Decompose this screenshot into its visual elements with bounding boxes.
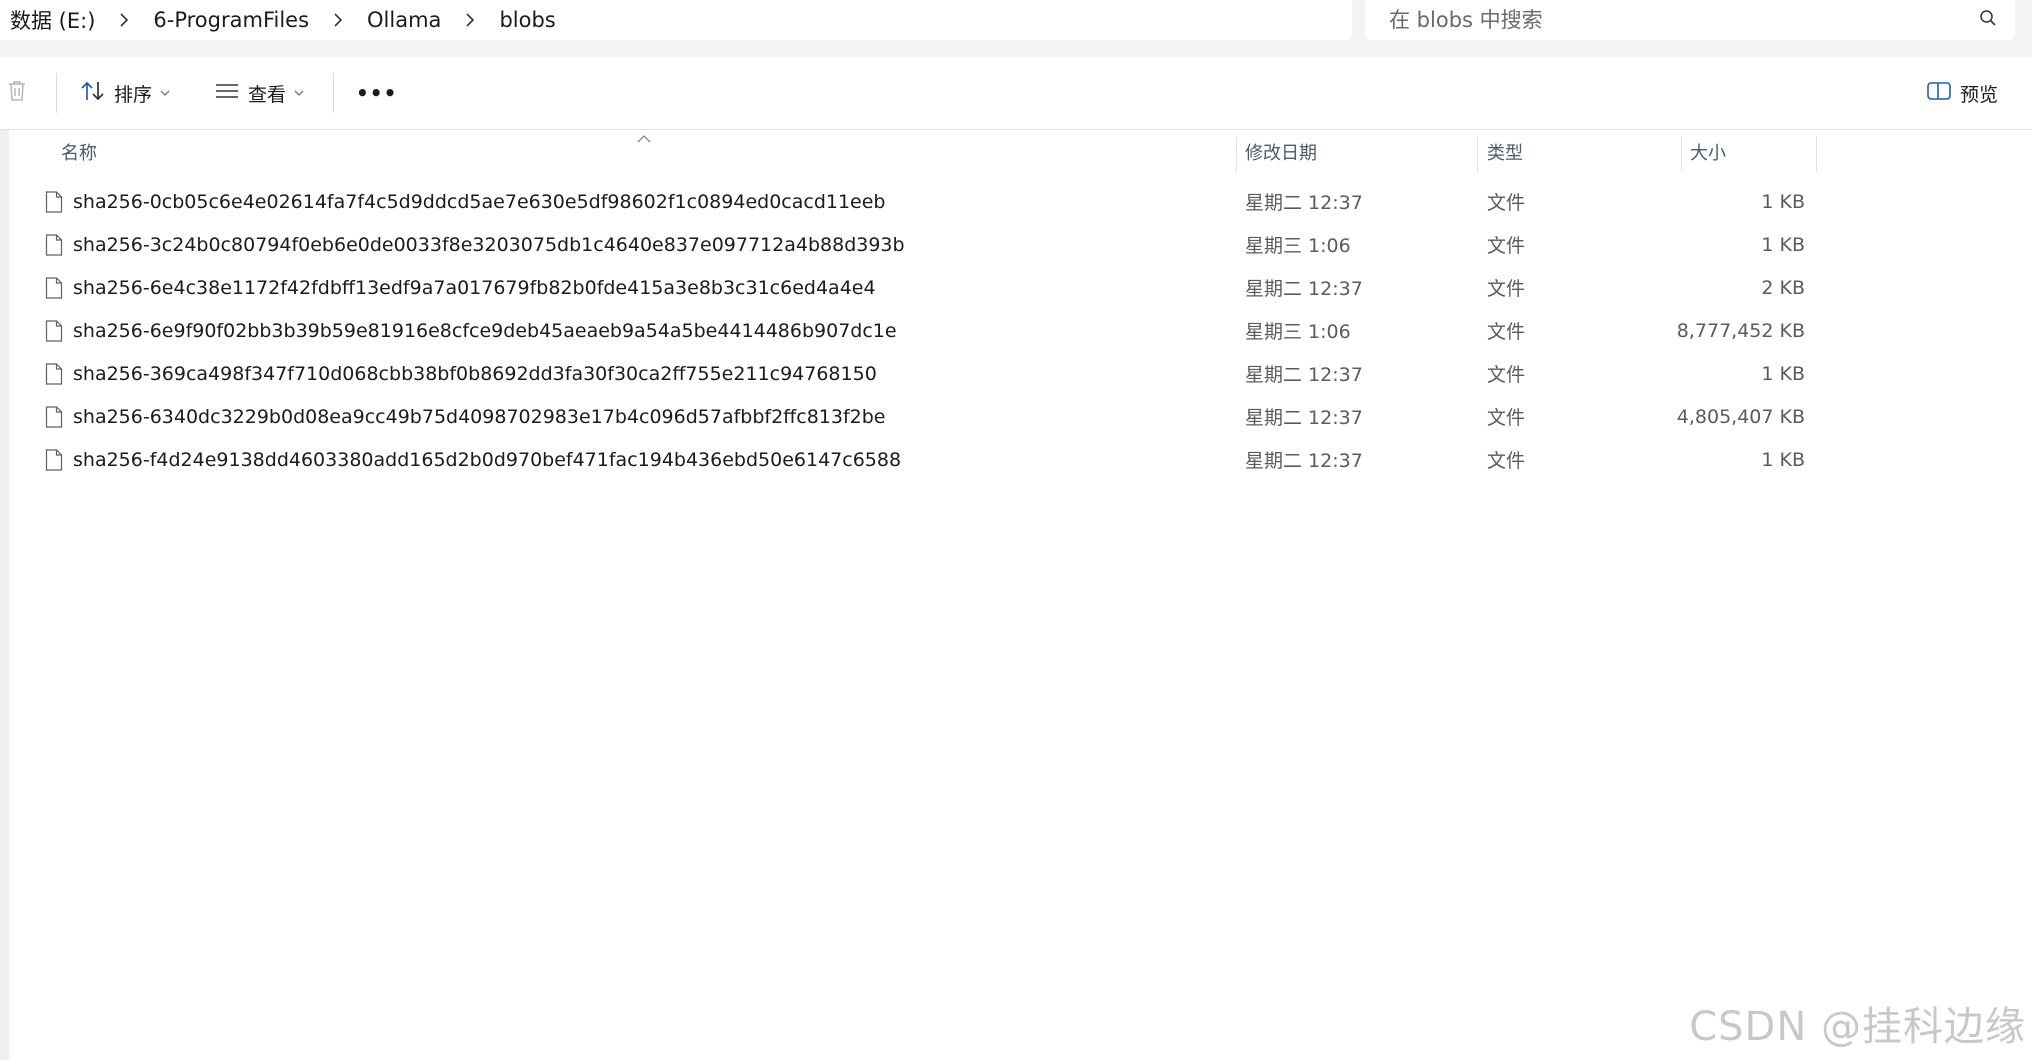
file-date: 星期三 1:06 <box>1245 235 1351 257</box>
file-date: 星期二 12:37 <box>1245 407 1363 429</box>
breadcrumb[interactable]: 数据 (E:) 6-ProgramFiles Ollama blobs <box>0 0 1352 40</box>
column-divider[interactable] <box>1681 136 1682 172</box>
column-header-name-label: 名称 <box>61 143 97 164</box>
chevron-right-icon[interactable] <box>315 13 361 27</box>
file-name[interactable]: sha256-3c24b0c80794f0eb6e0de0033f8e32030… <box>73 223 905 266</box>
file-type: 文件 <box>1487 407 1526 429</box>
file-row[interactable]: sha256-f4d24e9138dd4603380add165d2b0d970… <box>0 438 2032 481</box>
command-bar: 排序 查看 ••• 预览 <box>0 57 2032 130</box>
file-date: 星期三 1:06 <box>1245 321 1351 343</box>
search-icon[interactable] <box>1979 9 1997 31</box>
file-icon <box>43 438 65 481</box>
file-row[interactable]: sha256-3c24b0c80794f0eb6e0de0033f8e32030… <box>0 223 2032 266</box>
file-icon <box>43 266 65 309</box>
sort-label: 排序 <box>114 83 153 106</box>
file-date: 星期二 12:37 <box>1245 450 1363 472</box>
breadcrumb-item-programfiles[interactable]: 6-ProgramFiles <box>147 8 315 32</box>
file-row[interactable]: sha256-6e4c38e1172f42fdbff13edf9a7a01767… <box>0 266 2032 309</box>
file-explorer-window: 数据 (E:) 6-ProgramFiles Ollama blobs 在 bl… <box>0 0 2032 1060</box>
view-lines-icon <box>214 82 240 105</box>
chevron-right-icon[interactable] <box>101 13 147 27</box>
file-row[interactable]: sha256-6e9f90f02bb3b39b59e81916e8cfce9de… <box>0 309 2032 352</box>
view-button[interactable]: 查看 <box>214 57 304 129</box>
file-type: 文件 <box>1487 278 1526 300</box>
column-header-row: 名称 修改日期 类型 大小 <box>0 130 2032 174</box>
address-bar-area: 数据 (E:) 6-ProgramFiles Ollama blobs <box>0 0 2032 57</box>
file-size: 1 KB <box>1761 362 1805 385</box>
file-name[interactable]: sha256-369ca498f347f710d068cbb38bf0b8692… <box>73 352 877 395</box>
file-icon <box>43 395 65 438</box>
file-type: 文件 <box>1487 364 1526 386</box>
file-icon <box>43 352 65 395</box>
file-icon <box>43 309 65 352</box>
column-header-size-label: 大小 <box>1690 143 1726 164</box>
file-type: 文件 <box>1487 321 1526 343</box>
file-size: 8,777,452 KB <box>1676 319 1805 342</box>
toolbar-divider <box>333 73 334 113</box>
file-size: 1 KB <box>1761 448 1805 471</box>
column-divider[interactable] <box>1477 136 1478 172</box>
column-header-date[interactable]: 修改日期 <box>1245 130 1475 174</box>
breadcrumb-item-drive[interactable]: 数据 (E:) <box>0 5 101 35</box>
file-icon <box>43 223 65 266</box>
file-list: sha256-0cb05c6e4e02614fa7f4c5d9ddcd5ae7e… <box>0 180 2032 481</box>
trash-icon <box>6 79 28 108</box>
file-size: 4,805,407 KB <box>1676 405 1805 428</box>
file-row[interactable]: sha256-0cb05c6e4e02614fa7f4c5d9ddcd5ae7e… <box>0 180 2032 223</box>
column-header-type-label: 类型 <box>1487 143 1523 164</box>
preview-pane-button[interactable]: 预览 <box>1926 57 1998 129</box>
file-size: 1 KB <box>1761 233 1805 256</box>
column-header-size[interactable]: 大小 <box>1690 130 1810 174</box>
column-divider[interactable] <box>1816 136 1817 172</box>
toolbar-divider <box>56 73 57 113</box>
chevron-right-icon[interactable] <box>447 13 493 27</box>
file-row[interactable]: sha256-369ca498f347f710d068cbb38bf0b8692… <box>0 352 2032 395</box>
file-type: 文件 <box>1487 192 1526 214</box>
file-date: 星期二 12:37 <box>1245 278 1363 300</box>
file-size: 2 KB <box>1761 276 1805 299</box>
column-header-type[interactable]: 类型 <box>1487 130 1677 174</box>
more-options-button[interactable]: ••• <box>356 57 397 129</box>
chevron-down-icon <box>294 90 304 97</box>
delete-button[interactable] <box>6 57 28 129</box>
search-box[interactable] <box>1365 0 2015 40</box>
chevron-down-icon <box>160 90 170 97</box>
file-name[interactable]: sha256-6e9f90f02bb3b39b59e81916e8cfce9de… <box>73 309 897 352</box>
file-date: 星期二 12:37 <box>1245 192 1363 214</box>
file-size: 1 KB <box>1761 190 1805 213</box>
breadcrumb-item-ollama[interactable]: Ollama <box>361 8 447 32</box>
file-icon <box>43 180 65 223</box>
column-header-date-label: 修改日期 <box>1245 143 1317 164</box>
sort-arrows-icon <box>80 80 106 107</box>
preview-pane-icon <box>1926 81 1952 106</box>
file-name[interactable]: sha256-0cb05c6e4e02614fa7f4c5d9ddcd5ae7e… <box>73 180 886 223</box>
view-label: 查看 <box>248 83 287 106</box>
more-dots-icon: ••• <box>356 81 398 105</box>
preview-label: 预览 <box>1960 83 1999 106</box>
search-input[interactable] <box>1387 7 1979 33</box>
file-date: 星期二 12:37 <box>1245 364 1363 386</box>
file-type: 文件 <box>1487 235 1526 257</box>
file-row[interactable]: sha256-6340dc3229b0d08ea9cc49b75d4098702… <box>0 395 2032 438</box>
file-name[interactable]: sha256-6e4c38e1172f42fdbff13edf9a7a01767… <box>73 266 876 309</box>
file-name[interactable]: sha256-6340dc3229b0d08ea9cc49b75d4098702… <box>73 395 886 438</box>
file-type: 文件 <box>1487 450 1526 472</box>
column-divider[interactable] <box>1236 136 1237 172</box>
sort-ascending-icon <box>637 128 651 147</box>
file-name[interactable]: sha256-f4d24e9138dd4603380add165d2b0d970… <box>73 438 901 481</box>
sort-button[interactable]: 排序 <box>80 57 170 129</box>
breadcrumb-item-blobs[interactable]: blobs <box>493 8 561 32</box>
watermark: CSDN @挂科边缘 <box>1689 1004 2026 1050</box>
